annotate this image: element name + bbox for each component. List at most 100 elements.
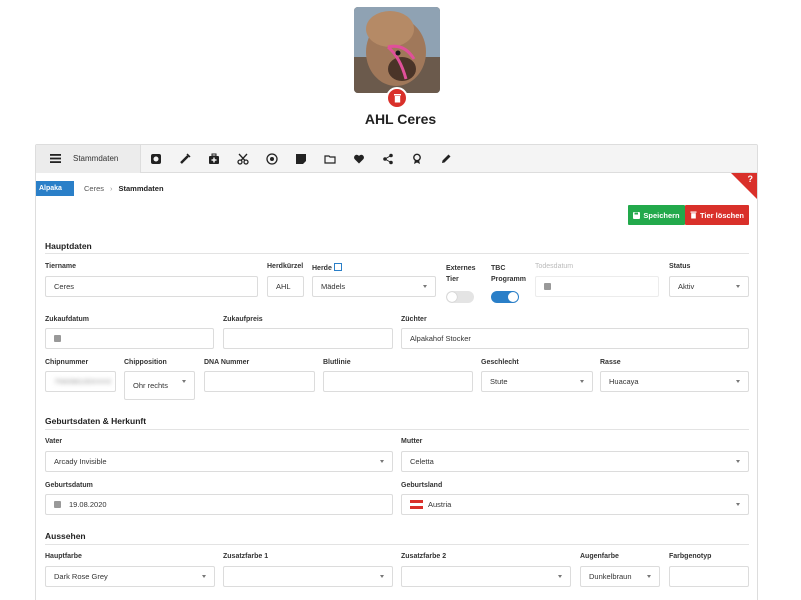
breadcrumb: Ceres › Stammdaten	[84, 184, 164, 193]
tbc-label: TBC Programm	[491, 265, 527, 283]
zusatzfarbe2-select[interactable]	[401, 566, 571, 587]
help-icon: ?	[747, 174, 754, 184]
geburtsdatum-input[interactable]: 19.08.2020	[45, 494, 393, 515]
herdkuerzel-label: Herdkürzel	[267, 263, 304, 270]
breadcrumb-separator: ›	[110, 184, 113, 193]
floppy-disk-icon	[633, 211, 641, 219]
herde-label: Herde	[312, 263, 342, 272]
page: AHL Ceres Stammdaten ? Alpaka Ceres › St…	[0, 0, 801, 600]
geburtsdatum-value: 19.08.2020	[69, 500, 107, 509]
chevron-down-icon	[380, 575, 384, 578]
rasse-label: Rasse	[600, 359, 621, 366]
scissors-icon[interactable]	[228, 145, 257, 173]
blutlinie-label: Blutlinie	[323, 359, 351, 366]
calendar-icon	[544, 283, 551, 290]
status-select[interactable]: Aktiv	[669, 276, 749, 297]
delete-animal-button[interactable]: Tier löschen	[685, 205, 749, 225]
geschlecht-select[interactable]: Stute	[481, 371, 593, 392]
zusatzfarbe1-label: Zusatzfarbe 1	[223, 553, 269, 560]
tiername-input[interactable]: Ceres	[45, 276, 258, 297]
zukaufpreis-input[interactable]	[223, 328, 393, 349]
tab-stammdaten-label: Stammdaten	[73, 154, 119, 163]
award-icon[interactable]	[402, 145, 431, 173]
chipposition-value: Ohr rechts	[133, 381, 169, 390]
zusatzfarbe1-select[interactable]	[223, 566, 393, 587]
chevron-down-icon	[380, 460, 384, 463]
augenfarbe-value: Dunkelbraun	[589, 572, 632, 581]
rasse-value: Huacaya	[609, 377, 639, 386]
edit-herd-icon[interactable]	[333, 263, 342, 271]
section-hauptdaten-title: Hauptdaten	[45, 241, 92, 251]
vater-select[interactable]: Arcady Invisible	[45, 451, 393, 472]
rasse-select[interactable]: Huacaya	[600, 371, 749, 392]
farbgenotyp-label: Farbgenotyp	[669, 553, 712, 560]
herde-select[interactable]: Mädels	[312, 276, 436, 297]
syringe-icon[interactable]	[170, 145, 199, 173]
hauptfarbe-value: Dark Rose Grey	[54, 572, 108, 581]
mutter-select[interactable]: Celetta	[401, 451, 749, 472]
heart-icon[interactable]	[344, 145, 373, 173]
tiername-value: Ceres	[54, 282, 75, 291]
calendar-icon	[54, 501, 61, 508]
note-icon[interactable]	[286, 145, 315, 173]
save-button-label: Speichern	[643, 210, 680, 220]
chipposition-label: Chipposition	[124, 359, 167, 366]
animal-name-heading: AHL Ceres	[364, 111, 437, 127]
status-value: Aktiv	[678, 282, 695, 291]
section-geburt-title: Geburtsdaten & Herkunft	[45, 416, 147, 426]
chipnummer-input[interactable]: 756098100XXXX	[45, 371, 116, 392]
delete-photo-button[interactable]	[386, 87, 408, 109]
section-aussehen-title: Aussehen	[45, 531, 86, 541]
herdkuerzel-input[interactable]: AHL	[267, 276, 304, 297]
tab-stammdaten[interactable]: Stammdaten	[36, 145, 141, 173]
vater-value: Arcady Invisible	[54, 457, 107, 466]
section-divider	[45, 544, 749, 545]
farbgenotyp-input[interactable]	[669, 566, 749, 587]
zuechter-input[interactable]: Alpakahof Stocker	[401, 328, 749, 349]
tiername-label: Tiername	[45, 263, 76, 270]
animal-photo-container	[354, 7, 440, 109]
chipnummer-label: Chipnummer	[45, 359, 89, 366]
zuechter-label: Züchter	[401, 316, 427, 323]
toggle-knob	[447, 292, 457, 302]
austria-flag-icon	[410, 500, 423, 509]
zukaufpreis-label: Zukaufpreis	[223, 316, 263, 323]
folder-icon[interactable]	[315, 145, 344, 173]
dna-input[interactable]	[204, 371, 315, 392]
breadcrumb-animal[interactable]: Ceres	[84, 184, 104, 193]
tbc-toggle[interactable]	[491, 291, 519, 303]
target-icon[interactable]	[257, 145, 286, 173]
geschlecht-value: Stute	[490, 377, 508, 386]
augenfarbe-select[interactable]: Dunkelbraun	[580, 566, 660, 587]
section-divider	[45, 429, 749, 430]
zukaufdatum-input[interactable]	[45, 328, 214, 349]
chevron-down-icon	[647, 575, 651, 578]
chipposition-select[interactable]: Ohr rechts	[124, 371, 195, 400]
geburtsdatum-label: Geburtsdatum	[45, 482, 93, 489]
help-corner[interactable]: ?	[731, 173, 757, 199]
chevron-down-icon	[736, 285, 740, 288]
scale-icon[interactable]	[141, 145, 170, 173]
menu-icon	[50, 154, 61, 163]
delete-animal-label: Tier löschen	[699, 210, 745, 220]
chevron-down-icon	[736, 380, 740, 383]
geschlecht-label: Geschlecht	[481, 359, 519, 366]
chevron-down-icon	[580, 380, 584, 383]
record-toolbar: Stammdaten	[36, 145, 757, 173]
share-icon[interactable]	[373, 145, 402, 173]
augenfarbe-label: Augenfarbe	[580, 553, 619, 560]
pencil-icon[interactable]	[431, 145, 460, 173]
zusatzfarbe2-label: Zusatzfarbe 2	[401, 553, 447, 560]
chevron-down-icon	[736, 460, 740, 463]
blutlinie-input[interactable]	[323, 371, 473, 392]
chevron-down-icon	[182, 380, 186, 383]
hauptfarbe-select[interactable]: Dark Rose Grey	[45, 566, 215, 587]
chevron-down-icon	[736, 503, 740, 506]
geburtsland-select[interactable]: Austria	[401, 494, 749, 515]
hauptfarbe-label: Hauptfarbe	[45, 553, 82, 560]
medical-kit-icon[interactable]	[199, 145, 228, 173]
externes-tier-toggle[interactable]	[446, 291, 474, 303]
animal-photo[interactable]	[354, 7, 440, 93]
save-button[interactable]: Speichern	[628, 205, 685, 225]
chipnummer-value: 756098100XXXX	[54, 377, 112, 386]
